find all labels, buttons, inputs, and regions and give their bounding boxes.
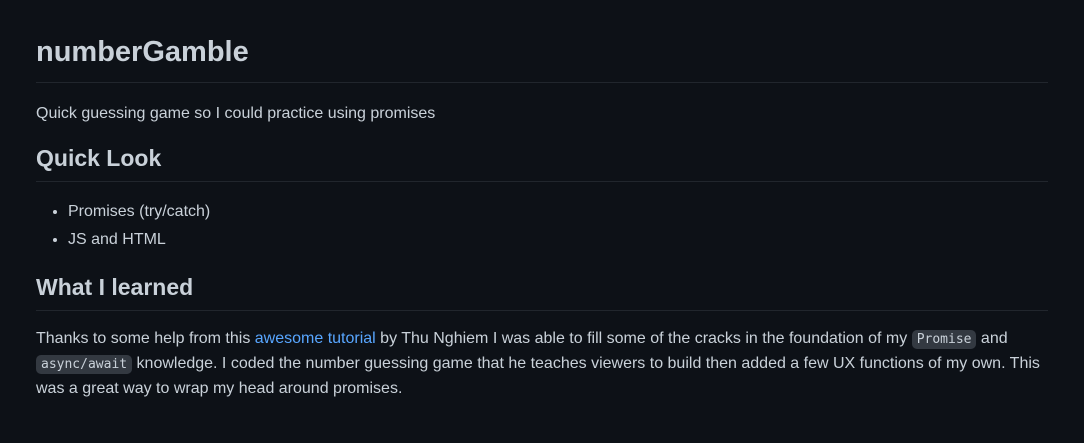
code-async-await: async/await bbox=[36, 355, 133, 374]
readme-title: numberGamble bbox=[36, 0, 1048, 83]
tutorial-link[interactable]: awesome tutorial bbox=[255, 330, 376, 347]
what-i-learned-paragraph: Thanks to some help from this awesome tu… bbox=[36, 327, 1048, 401]
paragraph-text: and bbox=[976, 330, 1008, 347]
quick-look-list: Promises (try/catch) JS and HTML bbox=[36, 198, 1048, 254]
what-i-learned-heading: What I learned bbox=[36, 272, 1048, 311]
list-item: JS and HTML bbox=[68, 226, 1048, 254]
readme-body: numberGamble Quick guessing game so I co… bbox=[0, 0, 1084, 401]
list-item: Promises (try/catch) bbox=[68, 198, 1048, 226]
paragraph-text: Thanks to some help from this bbox=[36, 330, 255, 347]
readme-description: Quick guessing game so I could practice … bbox=[36, 105, 436, 122]
quick-look-heading: Quick Look bbox=[36, 143, 1048, 182]
paragraph-text: knowledge. I coded the number guessing g… bbox=[36, 355, 1040, 397]
code-promise: Promise bbox=[911, 330, 977, 349]
paragraph-text: by Thu Nghiem I was able to fill some of… bbox=[375, 330, 912, 347]
